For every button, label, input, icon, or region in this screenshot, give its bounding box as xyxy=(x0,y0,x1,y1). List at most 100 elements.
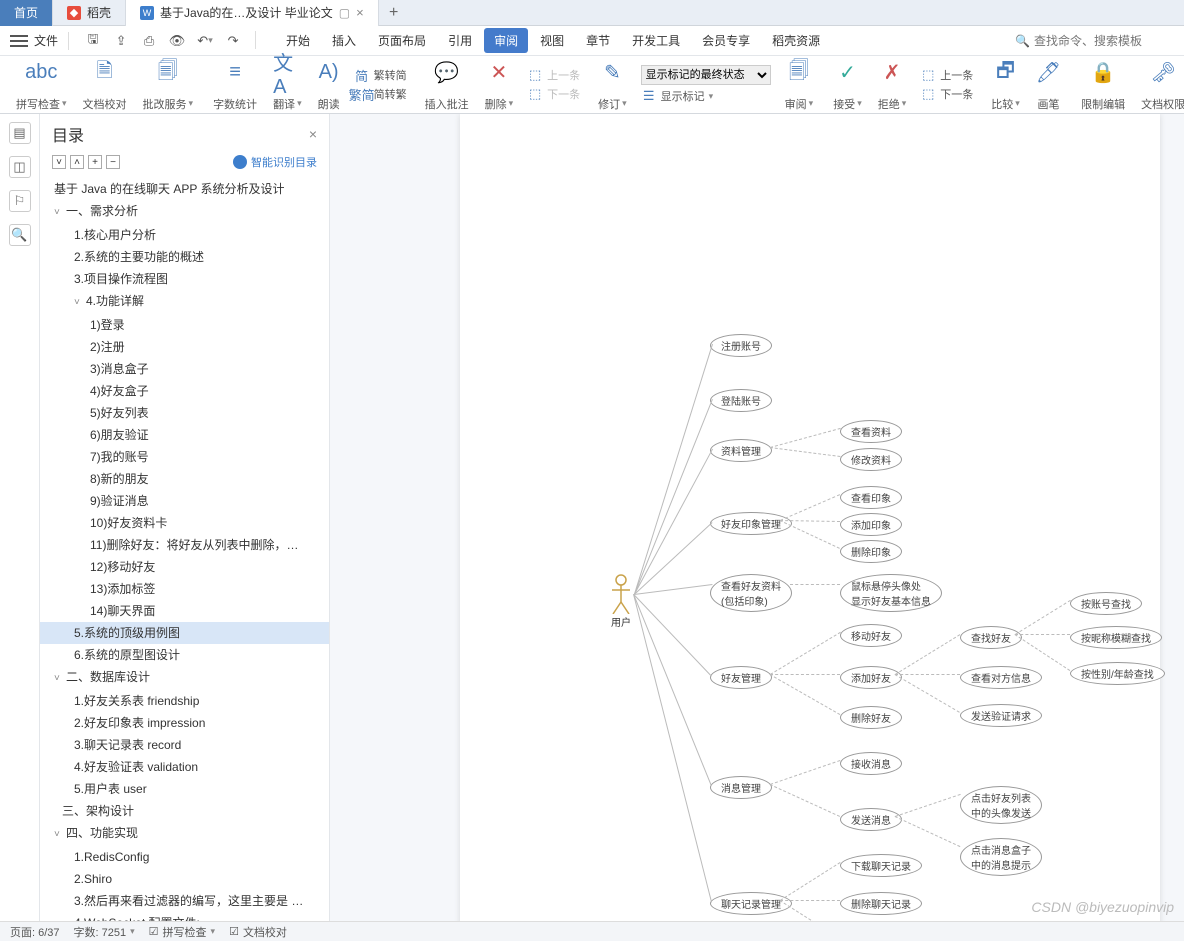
show-marks-button[interactable]: ☰显示标记▾ xyxy=(641,88,771,104)
quick-access: 🖫 ⇪ ⎙ 👁 ↶▾ ↷ xyxy=(83,31,260,51)
track-mode-select[interactable]: 显示标记的最终状态 xyxy=(641,65,771,85)
toc-item[interactable]: 3.然后再来看过滤器的编写，这里主要是 … xyxy=(40,890,329,912)
undo-icon[interactable]: ↶▾ xyxy=(195,31,215,51)
toc-item[interactable]: 5.用户表 user xyxy=(40,778,329,800)
menu-tab-视图[interactable]: 视图 xyxy=(530,28,574,53)
nav-search-icon[interactable]: 🔍 xyxy=(9,224,31,246)
new-level-icon[interactable]: + xyxy=(88,155,102,169)
toc-item[interactable]: 12)移动好友 xyxy=(40,556,329,578)
tab-home[interactable]: 首页 xyxy=(0,0,53,26)
menu-file[interactable]: 文件 xyxy=(34,32,58,49)
new-tab-button[interactable]: + xyxy=(379,4,409,22)
delete-comment-button[interactable]: ✕删除▾ xyxy=(477,58,522,112)
nav-bookmark-icon[interactable]: ⚐ xyxy=(9,190,31,212)
toc-item[interactable]: 3)消息盒子 xyxy=(40,358,329,380)
restrict-edit-button[interactable]: 🔒限制编辑 xyxy=(1073,58,1133,112)
pen-button[interactable]: 🖊画笔 xyxy=(1028,58,1069,112)
tab-document[interactable]: W基于Java的在…及设计 毕业论文▢× xyxy=(126,0,379,26)
redo-icon[interactable]: ↷ xyxy=(223,31,243,51)
toc-item[interactable]: 8)新的朋友 xyxy=(40,468,329,490)
toc-item[interactable]: 10)好友资料卡 xyxy=(40,512,329,534)
status-bar: 页面: 6/37 字数: 7251▾ ☑ 拼写检查▾ ☑ 文档校对 xyxy=(0,921,1184,941)
toc-item[interactable]: 3.聊天记录表 record xyxy=(40,734,329,756)
menu-tab-章节[interactable]: 章节 xyxy=(576,28,620,53)
nav-doc-icon[interactable]: ▤ xyxy=(9,122,31,144)
toc-item[interactable]: 5)好友列表 xyxy=(40,402,329,424)
toc-item[interactable]: 2.Shiro xyxy=(40,868,329,890)
close-toc-icon[interactable]: × xyxy=(309,126,317,142)
menu-tab-页面布局[interactable]: 页面布局 xyxy=(368,28,436,53)
toc-item[interactable]: 6.系统的原型图设计 xyxy=(40,644,329,666)
batch-button[interactable]: 🗐批改服务▾ xyxy=(135,58,202,112)
translate-button[interactable]: 文A翻译▾ xyxy=(265,58,310,112)
toc-item[interactable]: ˅二、数据库设计 xyxy=(40,666,329,690)
toc-item[interactable]: 14)聊天界面 xyxy=(40,600,329,622)
print-icon[interactable]: ⎙ xyxy=(139,31,159,51)
proofread-button[interactable]: 🗎文档校对 xyxy=(75,58,135,112)
del-level-icon[interactable]: − xyxy=(106,155,120,169)
insert-comment-button[interactable]: 💬插入批注 xyxy=(417,58,477,112)
menu-tab-插入[interactable]: 插入 xyxy=(322,28,366,53)
toc-item[interactable]: 3.项目操作流程图 xyxy=(40,268,329,290)
nav-outline-icon[interactable]: ◫ xyxy=(9,156,31,178)
toc-item[interactable]: 2.系统的主要功能的概述 xyxy=(40,246,329,268)
toc-item[interactable]: ˅4.功能详解 xyxy=(40,290,329,314)
preview-icon[interactable]: 👁 xyxy=(167,31,187,51)
toc-item[interactable]: 4)好友盒子 xyxy=(40,380,329,402)
toc-item[interactable]: 1.RedisConfig xyxy=(40,846,329,868)
toc-item[interactable]: 2)注册 xyxy=(40,336,329,358)
toc-item[interactable]: 4.好友验证表 validation xyxy=(40,756,329,778)
toc-item[interactable]: 三、架构设计 xyxy=(40,800,329,822)
doc-permission-button[interactable]: 🗝文档权限 xyxy=(1133,58,1184,112)
review-pane-button[interactable]: 🗐审阅▾ xyxy=(777,58,822,112)
toc-item[interactable]: 2.好友印象表 impression xyxy=(40,712,329,734)
menu-tab-审阅[interactable]: 审阅 xyxy=(484,28,528,53)
menu-tab-开发工具[interactable]: 开发工具 xyxy=(622,28,690,53)
accept-button[interactable]: ✓接受▾ xyxy=(825,58,870,112)
toc-item[interactable]: ˅四、功能实现 xyxy=(40,822,329,846)
prev-comment-button[interactable]: ⬚上一条 xyxy=(527,67,580,83)
toc-item[interactable]: 1)登录 xyxy=(40,314,329,336)
search-box[interactable]: 🔍 xyxy=(1015,34,1174,48)
spellcheck-button[interactable]: abc拼写检查▾ xyxy=(8,58,75,112)
toc-item[interactable]: 1.好友关系表 friendship xyxy=(40,690,329,712)
next-change-button[interactable]: ⬚下一条 xyxy=(920,86,973,102)
trad-to-simp-button[interactable]: 简繁转简 xyxy=(354,67,407,83)
compare-button[interactable]: 🗗比较▾ xyxy=(983,58,1028,112)
smart-toc-button[interactable]: 智能识别目录 xyxy=(233,154,317,170)
wordcount-button[interactable]: ≡字数统计 xyxy=(205,58,265,112)
status-proof[interactable]: ☑ 文档校对 xyxy=(229,924,287,940)
reject-button[interactable]: ✗拒绝▾ xyxy=(870,58,915,112)
track-changes-button[interactable]: ✎修订▾ xyxy=(590,58,635,112)
toc-item[interactable]: 9)验证消息 xyxy=(40,490,329,512)
toc-list[interactable]: 基于 Java 的在线聊天 APP 系统分析及设计˅一、需求分析1.核心用户分析… xyxy=(40,176,329,921)
menu-tab-稻壳资源[interactable]: 稻壳资源 xyxy=(762,28,830,53)
collapse-all-icon[interactable]: ˅ xyxy=(52,155,66,169)
toc-item[interactable]: ˅一、需求分析 xyxy=(40,200,329,224)
status-words[interactable]: 字数: 7251▾ xyxy=(74,924,135,940)
search-input[interactable] xyxy=(1034,34,1174,48)
toc-item[interactable]: 13)添加标签 xyxy=(40,578,329,600)
next-comment-button[interactable]: ⬚下一条 xyxy=(527,86,580,102)
simp-to-trad-button[interactable]: 繁简简转繁 xyxy=(354,86,407,102)
menu-tab-引用[interactable]: 引用 xyxy=(438,28,482,53)
save-icon[interactable]: 🖫 xyxy=(83,31,103,51)
toc-item[interactable]: 6)朋友验证 xyxy=(40,424,329,446)
document-viewport[interactable]: 用户 注册账号登陆账号资料管理好友印象管理查看好友资料(包括印象)好友管理消息管… xyxy=(330,114,1184,921)
toc-item[interactable]: 1.核心用户分析 xyxy=(40,224,329,246)
prev-change-button[interactable]: ⬚上一条 xyxy=(920,67,973,83)
export-icon[interactable]: ⇪ xyxy=(111,31,131,51)
status-spell[interactable]: ☑ 拼写检查▾ xyxy=(149,924,215,940)
status-page[interactable]: 页面: 6/37 xyxy=(10,924,60,940)
read-button[interactable]: A)朗读 xyxy=(310,58,348,112)
close-tab-icon[interactable]: × xyxy=(356,5,364,20)
toc-item[interactable]: 7)我的账号 xyxy=(40,446,329,468)
toc-item[interactable]: 基于 Java 的在线聊天 APP 系统分析及设计 xyxy=(40,178,329,200)
tab-daoke[interactable]: ◆稻壳 xyxy=(53,0,126,26)
toc-item[interactable]: 4.WebSocket 配置文件: xyxy=(40,912,329,921)
hamburger-icon[interactable] xyxy=(10,35,28,47)
toc-item[interactable]: 11)删除好友：将好友从列表中删除，… xyxy=(40,534,329,556)
expand-all-icon[interactable]: ˄ xyxy=(70,155,84,169)
toc-item[interactable]: 5.系统的顶级用例图 xyxy=(40,622,329,644)
menu-tab-会员专享[interactable]: 会员专享 xyxy=(692,28,760,53)
